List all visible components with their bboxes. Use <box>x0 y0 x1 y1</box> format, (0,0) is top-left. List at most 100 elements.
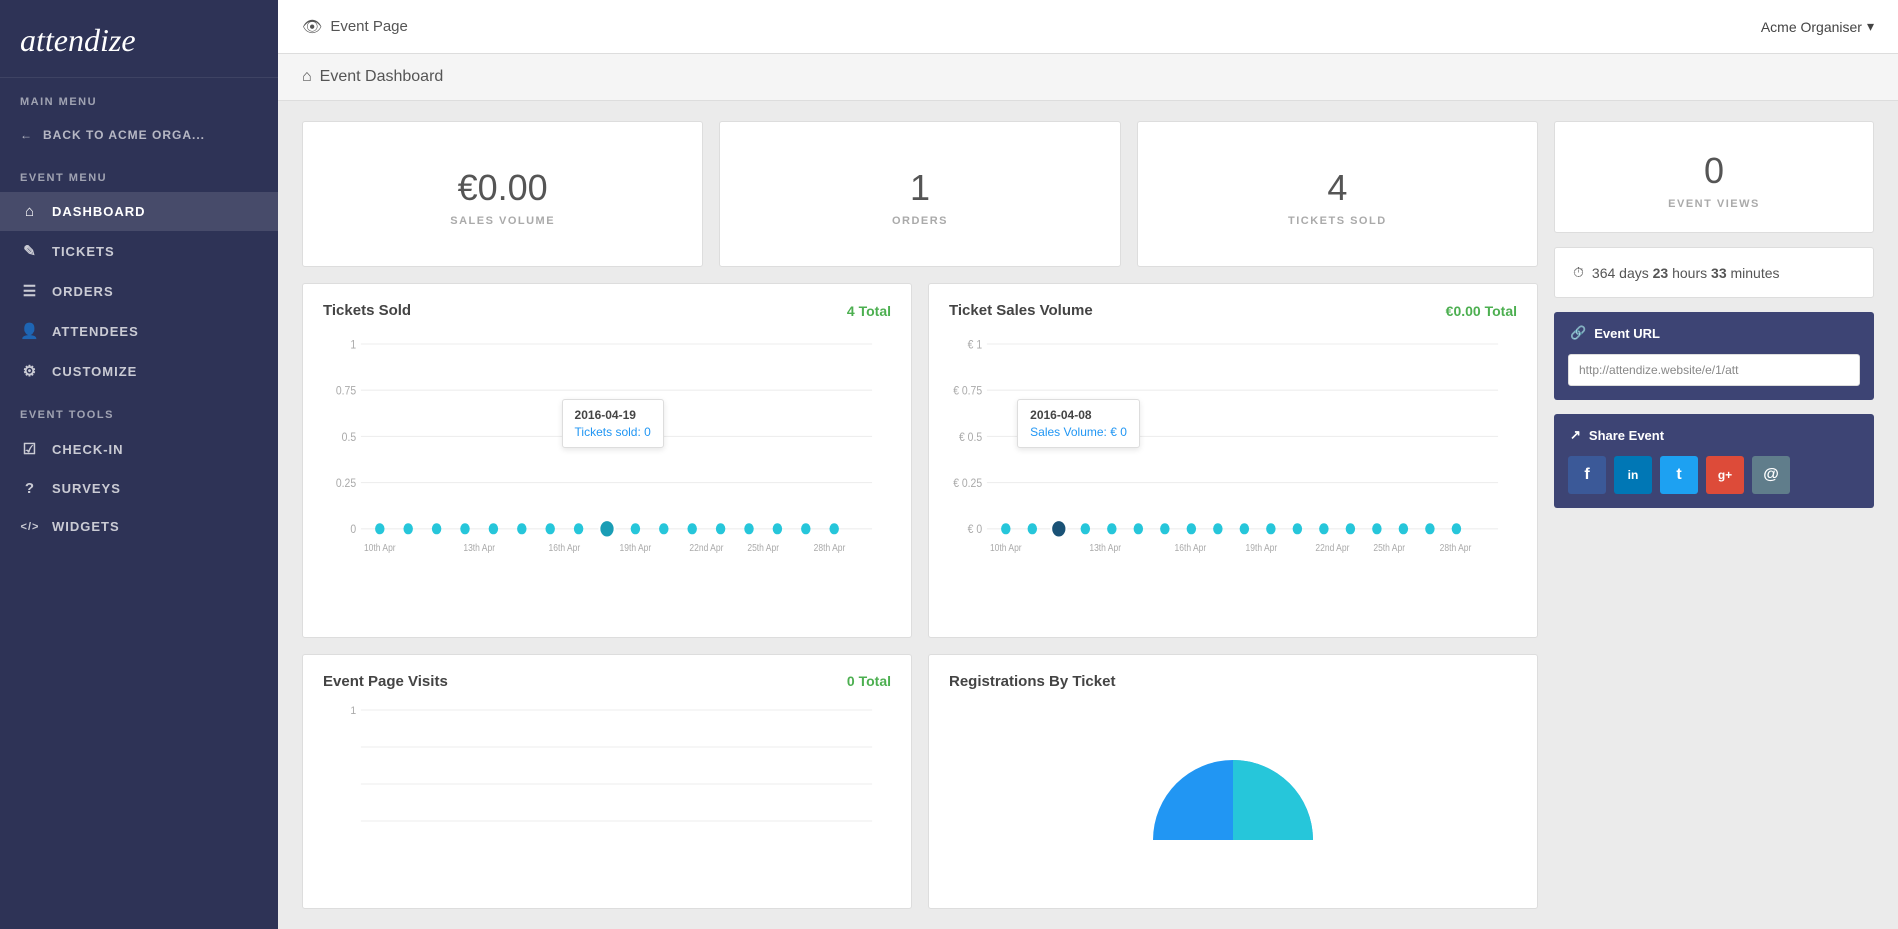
back-arrow-icon: ← <box>20 128 33 142</box>
svg-text:0.75: 0.75 <box>336 385 356 398</box>
chart-top: Ticket Sales Volume €0.00 Total <box>949 302 1517 319</box>
user-name: Acme Organiser <box>1761 19 1862 35</box>
chart-total: 0 Total <box>847 673 891 689</box>
dropdown-arrow-icon: ▾ <box>1867 18 1874 35</box>
event-page-visits-card: Event Page Visits 0 Total 1 <box>302 654 912 909</box>
sidebar-item-label: ORDERS <box>52 284 114 299</box>
linkedin-share-button[interactable]: in <box>1614 456 1652 494</box>
email-share-button[interactable]: @ <box>1752 456 1790 494</box>
sidebar-item-label: DASHBOARD <box>52 204 146 219</box>
share-event-header: ↗ Share Event <box>1554 414 1874 456</box>
tickets-sold-chart: 1 0.75 0.5 0.25 0 <box>323 333 891 553</box>
topbar: 👁 Event Page Acme Organiser ▾ <box>278 0 1898 54</box>
event-page-link[interactable]: Event Page <box>330 18 408 35</box>
event-visits-chart-area: 1 <box>323 700 891 850</box>
main-menu-label: MAIN MENU <box>0 78 278 116</box>
back-to-org-button[interactable]: ← BACK TO ACME ORGA... <box>0 116 278 154</box>
checkin-icon: ☑ <box>20 440 40 458</box>
svg-text:13th Apr: 13th Apr <box>463 543 495 554</box>
svg-text:€ 0.5: € 0.5 <box>959 431 982 444</box>
dashboard-body: €0.00 SALES VOLUME 1 ORDERS 4 TICKETS SO… <box>278 101 1898 929</box>
sidebar-item-orders[interactable]: ☰ ORDERS <box>0 271 278 311</box>
pie-chart-area <box>949 700 1517 860</box>
event-views-value: 0 <box>1704 150 1724 192</box>
svg-text:28th Apr: 28th Apr <box>814 543 846 554</box>
svg-text:22nd Apr: 22nd Apr <box>689 543 723 554</box>
sidebar-item-label: WIDGETS <box>52 519 120 534</box>
sidebar-item-label: SURVEYS <box>52 481 121 496</box>
orders-value: 1 <box>910 167 930 209</box>
googleplus-share-button[interactable]: g+ <box>1706 456 1744 494</box>
surveys-icon: ? <box>20 480 40 497</box>
svg-text:0.25: 0.25 <box>336 478 356 491</box>
tickets-sold-value: 4 <box>1327 167 1347 209</box>
svg-text:19th Apr: 19th Apr <box>620 543 652 554</box>
ticket-sales-chart: € 1 € 0.75 € 0.5 € 0.25 € 0 <box>949 333 1517 553</box>
chart-top: Registrations By Ticket <box>949 673 1517 690</box>
event-url-input[interactable] <box>1568 354 1860 386</box>
svg-text:25th Apr: 25th Apr <box>747 543 779 554</box>
charts-row: Tickets Sold 4 Total 1 0.75 0.5 <box>302 283 1538 637</box>
svg-text:10th Apr: 10th Apr <box>364 543 396 554</box>
chart-top: Event Page Visits 0 Total <box>323 673 891 690</box>
event-tools-label: EVENT TOOLS <box>0 391 278 429</box>
chart-title: Tickets Sold <box>323 302 411 319</box>
svg-text:€ 0.25: € 0.25 <box>953 478 982 491</box>
countdown-card: ⏱ 364 days 23 hours 33 minutes <box>1554 247 1874 298</box>
chart-total: 4 Total <box>847 303 891 319</box>
sidebar-logo: attendize <box>0 0 278 78</box>
svg-text:10th Apr: 10th Apr <box>990 543 1022 554</box>
stat-cards-row: €0.00 SALES VOLUME 1 ORDERS 4 TICKETS SO… <box>302 121 1538 267</box>
twitter-share-button[interactable]: t <box>1660 456 1698 494</box>
svg-text:16th Apr: 16th Apr <box>1175 543 1207 554</box>
event-url-card: 🔗 Event URL <box>1554 312 1874 400</box>
share-icon: ↗ <box>1570 427 1581 443</box>
sidebar-item-attendees[interactable]: 👤 ATTENDEES <box>0 311 278 351</box>
sidebar-item-checkin[interactable]: ☑ CHECK-IN <box>0 429 278 469</box>
logo-text: attendize <box>20 22 136 58</box>
sidebar-item-customize[interactable]: ⚙ CUSTOMIZE <box>0 351 278 391</box>
svg-text:0.5: 0.5 <box>342 431 356 444</box>
customize-icon: ⚙ <box>20 362 40 380</box>
tickets-sold-label: TICKETS SOLD <box>1288 215 1387 227</box>
stat-card-orders: 1 ORDERS <box>719 121 1120 267</box>
stat-card-event-views: 0 EVENT VIEWS <box>1554 121 1874 233</box>
sales-volume-label: SALES VOLUME <box>450 215 555 227</box>
sidebar-item-label: CUSTOMIZE <box>52 364 137 379</box>
pie-chart-svg <box>1123 740 1343 860</box>
event-url-header: 🔗 Event URL <box>1554 312 1874 354</box>
svg-text:28th Apr: 28th Apr <box>1440 543 1472 554</box>
chart-title: Ticket Sales Volume <box>949 302 1093 319</box>
sidebar-item-surveys[interactable]: ? SURVEYS <box>0 469 278 508</box>
bottom-row: Event Page Visits 0 Total 1 Registra <box>302 654 1538 909</box>
tickets-icon: ✎ <box>20 242 40 260</box>
countdown-text: 364 days 23 hours 33 minutes <box>1592 265 1780 281</box>
sidebar-item-widgets[interactable]: </> WIDGETS <box>0 508 278 545</box>
event-visits-svg: 1 <box>323 700 891 850</box>
sidebar-item-dashboard[interactable]: ⌂ DASHBOARD <box>0 192 278 231</box>
event-views-label: EVENT VIEWS <box>1668 198 1760 210</box>
svg-text:€ 0: € 0 <box>968 524 982 537</box>
home-breadcrumb-icon: ⌂ <box>302 68 312 86</box>
sales-volume-value: €0.00 <box>458 167 548 209</box>
svg-text:25th Apr: 25th Apr <box>1373 543 1405 554</box>
chart-title: Event Page Visits <box>323 673 448 690</box>
attendees-icon: 👤 <box>20 322 40 340</box>
svg-text:1: 1 <box>350 704 356 716</box>
sidebar-item-tickets[interactable]: ✎ TICKETS <box>0 231 278 271</box>
topbar-left: 👁 Event Page <box>302 17 408 37</box>
user-menu[interactable]: Acme Organiser ▾ <box>1761 18 1874 35</box>
orders-label: ORDERS <box>892 215 948 227</box>
share-buttons: f in t g+ @ <box>1554 456 1874 508</box>
chart-total: €0.00 Total <box>1446 303 1517 319</box>
share-event-card: ↗ Share Event f in t g+ @ <box>1554 414 1874 508</box>
orders-icon: ☰ <box>20 282 40 300</box>
svg-text:19th Apr: 19th Apr <box>1246 543 1278 554</box>
facebook-share-button[interactable]: f <box>1568 456 1606 494</box>
ticket-sales-chart-card: Ticket Sales Volume €0.00 Total € 1 € 0.… <box>928 283 1538 637</box>
svg-text:13th Apr: 13th Apr <box>1089 543 1121 554</box>
page-title: Event Dashboard <box>320 68 444 86</box>
registrations-by-ticket-card: Registrations By Ticket <box>928 654 1538 909</box>
tickets-sold-chart-card: Tickets Sold 4 Total 1 0.75 0.5 <box>302 283 912 637</box>
sidebar-item-label: TICKETS <box>52 244 115 259</box>
